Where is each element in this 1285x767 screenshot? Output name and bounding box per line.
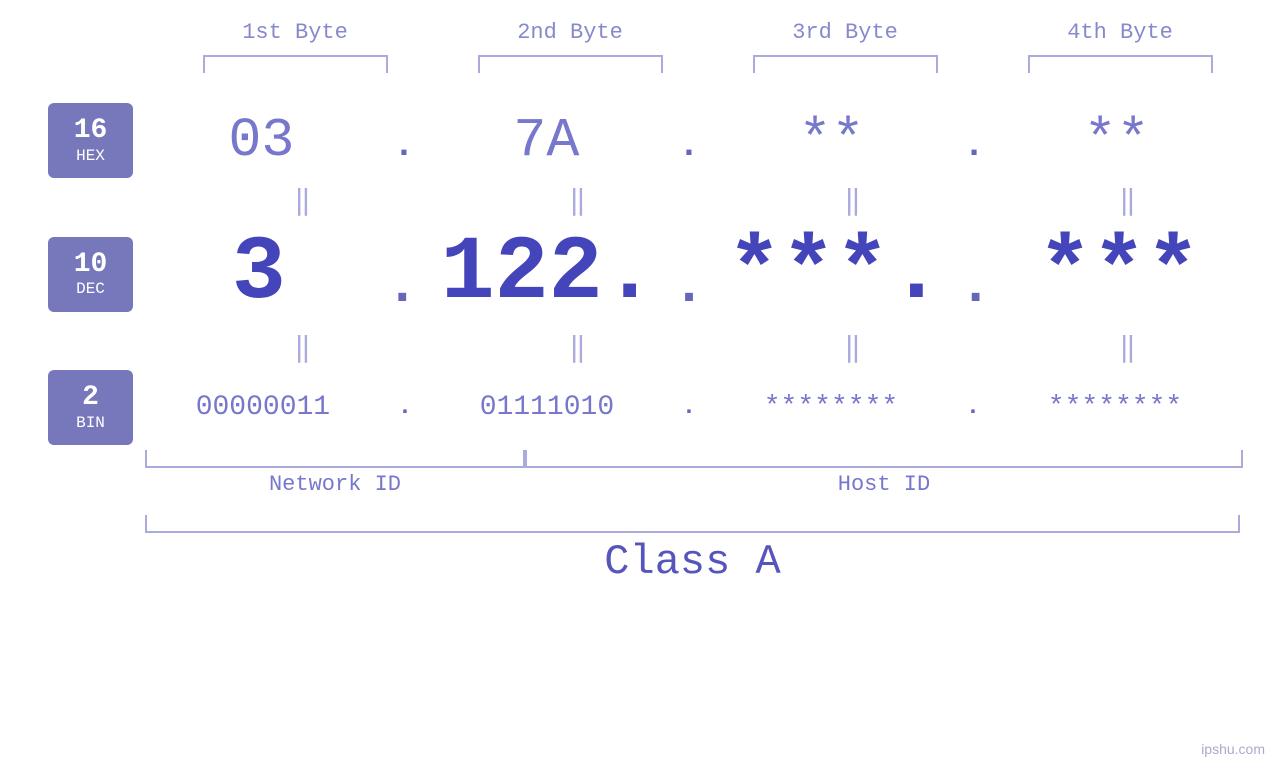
network-id-label: Network ID [145, 472, 525, 497]
hex-bytes: 03 . 7A . ** . ** [143, 109, 1285, 172]
dec-b1: 3 [154, 223, 364, 325]
dec-badge-label: DEC [76, 280, 105, 298]
byte-headers: 1st Byte 2nd Byte 3rd Byte 4th Byte [158, 20, 1258, 45]
byte2-header: 2nd Byte [460, 20, 680, 45]
eq1-b3: ‖ [748, 183, 958, 218]
bin-b2: 01111010 [442, 392, 652, 423]
hex-dot-3: . [963, 125, 985, 166]
dec-b2: 122. [441, 223, 651, 325]
bin-row: 2 BIN 00000011 . 01111010 . ******** . *… [0, 370, 1285, 445]
eq1-b2: ‖ [473, 183, 683, 218]
watermark: ipshu.com [1201, 741, 1265, 757]
eq1-b4: ‖ [1023, 183, 1233, 218]
bin-badge: 2 BIN [48, 370, 133, 445]
hex-badge: 16 HEX [48, 103, 133, 178]
eq1-b1: ‖ [198, 183, 408, 218]
byte1-header: 1st Byte [185, 20, 405, 45]
dec-b3: ***. [727, 223, 937, 325]
bin-dot-2: . [682, 394, 696, 421]
main-container: 1st Byte 2nd Byte 3rd Byte 4th Byte 16 H… [0, 0, 1285, 767]
bracket-top-4 [1028, 55, 1213, 73]
hex-b1: 03 [156, 109, 366, 172]
dec-dot-3: . [959, 255, 992, 318]
bracket-top-3 [753, 55, 938, 73]
bin-dot-1: . [398, 394, 412, 421]
equals-row-1: ‖ ‖ ‖ ‖ [165, 178, 1265, 223]
dec-row: 10 DEC 3 . 122. . ***. . *** [0, 223, 1285, 325]
dec-b4: *** [1014, 223, 1224, 325]
bottom-labels-section: Network ID Host ID Class A [0, 450, 1285, 680]
eq2-b3: ‖ [748, 330, 958, 365]
eq2-b4: ‖ [1023, 330, 1233, 365]
byte3-header: 3rd Byte [735, 20, 955, 45]
dec-bytes: 3 . 122. . ***. . *** [143, 223, 1285, 325]
dec-dot-2: . [672, 255, 705, 318]
network-id-bracket [145, 450, 525, 468]
bin-badge-label: BIN [76, 414, 105, 432]
bin-badge-number: 2 [82, 383, 99, 414]
equals-row-2: ‖ ‖ ‖ ‖ [165, 325, 1265, 370]
hex-b3: ** [727, 109, 937, 172]
bin-b3: ******** [726, 392, 936, 423]
hex-b2: 7A [441, 109, 651, 172]
hex-row: 16 HEX 03 . 7A . ** . ** [0, 103, 1285, 178]
host-id-bracket [525, 450, 1243, 468]
bracket-top-2 [478, 55, 663, 73]
hex-dot-1: . [393, 125, 415, 166]
eq2-b2: ‖ [473, 330, 683, 365]
hex-badge-label: HEX [76, 147, 105, 165]
byte4-header: 4th Byte [1010, 20, 1230, 45]
dec-badge-number: 10 [74, 250, 108, 281]
bin-b1: 00000011 [158, 392, 368, 423]
class-bracket [145, 515, 1240, 533]
eq2-b1: ‖ [198, 330, 408, 365]
bin-dot-3: . [966, 394, 980, 421]
top-brackets [158, 55, 1258, 73]
dec-dot-1: . [386, 255, 419, 318]
host-id-label: Host ID [525, 472, 1243, 497]
hex-b4: ** [1012, 109, 1222, 172]
bracket-top-1 [203, 55, 388, 73]
bin-b4: ******** [1010, 392, 1220, 423]
dec-badge: 10 DEC [48, 237, 133, 312]
hex-dot-2: . [678, 125, 700, 166]
bin-bytes: 00000011 . 01111010 . ******** . *******… [143, 392, 1285, 423]
class-label: Class A [145, 538, 1240, 586]
hex-badge-number: 16 [74, 116, 108, 147]
